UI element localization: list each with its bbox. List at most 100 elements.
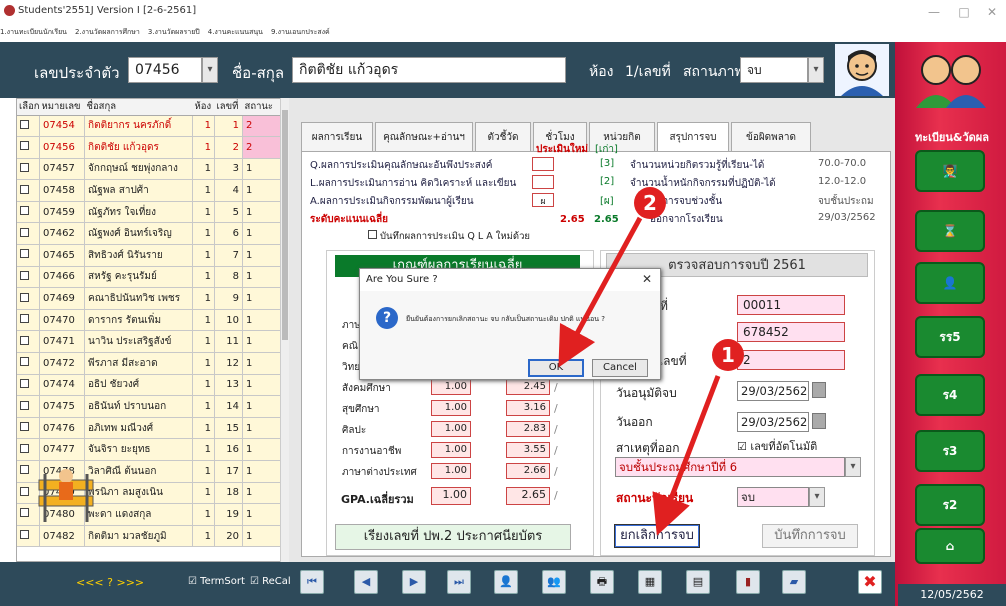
row-select-cell[interactable] — [17, 222, 41, 246]
tab-indicators[interactable]: ตัวชี้วัด — [475, 122, 531, 152]
row-checkbox[interactable] — [20, 270, 29, 280]
subject-credit-field[interactable]: 1.00 — [431, 421, 471, 437]
number-field[interactable]: 2 — [737, 350, 845, 370]
row-select-cell[interactable] — [17, 158, 41, 181]
book-icon[interactable]: ▮ — [736, 570, 760, 594]
row-select-cell[interactable] — [17, 115, 41, 138]
row-checkbox[interactable] — [20, 119, 29, 129]
table-row[interactable]: 07472 พีรภาส มีสะอาด 1 12 1 — [17, 352, 288, 375]
table-row[interactable]: 07466 สหรัฐ คะรุนรัมย์ 1 8 1 — [17, 266, 288, 289]
subject-credit-field[interactable]: 1.00 — [431, 442, 471, 458]
status-dropdown-button[interactable]: ▾ — [808, 57, 824, 83]
subject-credit-field[interactable]: 1.00 — [431, 400, 471, 416]
table-row[interactable]: 07457 จักกฤษณ์ ชยพุ่งกลาง 1 3 1 — [17, 158, 288, 181]
table-row[interactable]: 07474 อธิป ชัยวงศ์ 1 13 1 — [17, 374, 288, 397]
minimize-icon[interactable]: — — [920, 2, 948, 22]
table-row[interactable]: 07482 กิตติมา มวลชัยภูมิ 1 20 1 — [17, 525, 288, 548]
auto-number-checkbox[interactable]: ☑ เลขที่อัตโนมัติ — [737, 437, 817, 455]
sort-certificate-button[interactable]: เรียงเลขที่ ปพ.2 ประกาศนียบัตร — [335, 524, 571, 550]
sidebar-form5-button[interactable]: รร5 — [915, 316, 985, 358]
books-icon[interactable]: ▰ — [782, 570, 806, 594]
table-row[interactable]: 07470 ดารากร รัตนเพิ่ม 1 10 1 — [17, 309, 288, 332]
row-checkbox[interactable] — [20, 530, 29, 540]
table-row[interactable]: 07459 ณัฐภัทร ใจเที่ยง 1 5 1 — [17, 201, 288, 224]
row-checkbox[interactable] — [20, 357, 29, 367]
row-checkbox[interactable] — [20, 162, 29, 172]
sidebar-home-button[interactable]: ⌂ — [915, 528, 985, 564]
sidebar-form3-button[interactable]: ร3 — [915, 430, 985, 472]
last-record-icon[interactable]: ⏭ — [447, 570, 471, 594]
row-select-cell[interactable] — [17, 395, 41, 418]
row-select-cell[interactable] — [17, 179, 41, 202]
subject-credit-field[interactable]: 1.00 — [431, 463, 471, 479]
table-icon[interactable]: ▤ — [686, 570, 710, 594]
q-new-field[interactable] — [532, 157, 554, 171]
id-dropdown-button[interactable]: ▾ — [202, 57, 218, 83]
sidebar-form4-button[interactable]: ร4 — [915, 374, 985, 416]
dialog-cancel-button[interactable]: Cancel — [592, 359, 648, 377]
tab-grades[interactable]: ผลการเรียน — [301, 122, 373, 152]
out-date-field[interactable]: 29/03/2562 — [737, 412, 809, 432]
status-field[interactable]: จบ — [740, 57, 808, 83]
row-checkbox[interactable] — [20, 422, 29, 432]
subject-credit-field[interactable]: 1.00 — [431, 379, 471, 395]
row-select-cell[interactable] — [17, 201, 41, 224]
col-room[interactable]: ห้อง — [192, 99, 215, 116]
doc-no-field[interactable]: 00011 — [737, 295, 845, 315]
list-scrollbar[interactable] — [280, 98, 289, 562]
student-status-dropdown-button[interactable]: ▾ — [809, 487, 825, 507]
prev-record-icon[interactable]: ◀ — [354, 570, 378, 594]
termsort-checkbox[interactable]: ☑ TermSort — [188, 576, 245, 587]
tab-graduation-summary[interactable]: สรุปการจบ — [657, 122, 729, 152]
subject-grade-field[interactable]: 3.16 — [506, 400, 550, 416]
out-calendar-button[interactable] — [812, 413, 826, 429]
exit-icon[interactable]: ✖ — [858, 570, 882, 594]
col-id[interactable]: หมายเลข — [39, 99, 85, 116]
table-row[interactable]: 07456 กิตติชัย แก้วอุดร 1 2 2 — [17, 136, 288, 159]
l-new-field[interactable] — [532, 175, 554, 189]
row-select-cell[interactable] — [17, 525, 41, 548]
row-select-cell[interactable] — [17, 417, 41, 440]
next-record-icon[interactable]: ▶ — [402, 570, 426, 594]
col-select[interactable]: เลือก — [17, 99, 40, 116]
table-row[interactable]: 07476 อภิเทพ มณีวงศ์ 1 15 1 — [17, 417, 288, 440]
gpa-a-field[interactable]: 1.00 — [431, 487, 471, 505]
serial-field[interactable]: 678452 — [737, 322, 845, 342]
tab-errors[interactable]: ข้อผิดพลาด — [731, 122, 811, 152]
menu-item-misc[interactable]: 9.งานเอนกประสงค์ — [271, 28, 330, 36]
sidebar-student-button[interactable]: 👤 — [915, 262, 985, 304]
student-status-select[interactable]: จบ — [737, 487, 809, 507]
cancel-graduation-button[interactable]: ยกเลิกการจบ — [614, 524, 700, 548]
save-qla-box[interactable] — [368, 230, 377, 239]
subject-grade-field[interactable]: 2.45 — [506, 379, 550, 395]
table-row[interactable]: 07458 ณัฐพล สาปศ้า 1 4 1 — [17, 179, 288, 202]
row-select-cell[interactable] — [17, 352, 41, 375]
dialog-close-icon[interactable]: ✕ — [642, 272, 652, 286]
col-name[interactable]: ชื่อสกุล — [84, 99, 193, 116]
table-row[interactable]: 07469 คณาธิปนันทวิช เพชร 1 9 1 — [17, 287, 288, 310]
row-checkbox[interactable] — [20, 400, 29, 410]
row-checkbox[interactable] — [20, 184, 29, 194]
recal-checkbox[interactable]: ☑ ReCal — [250, 576, 294, 587]
menu-item-assessment[interactable]: 2.งานวัดผลการศึกษา — [75, 28, 140, 36]
row-checkbox[interactable] — [20, 378, 29, 388]
menu-item-scores[interactable]: 4.งานคะแนนสนุน — [208, 28, 263, 36]
maximize-icon[interactable]: □ — [950, 2, 978, 22]
dialog-ok-button[interactable]: OK — [528, 359, 584, 377]
row-select-cell[interactable] — [17, 244, 41, 267]
close-icon[interactable]: ✕ — [978, 2, 1006, 22]
first-record-icon[interactable]: ⏮ — [300, 570, 324, 594]
col-no[interactable]: เลขที่ — [214, 99, 243, 116]
save-graduation-button[interactable]: บันทึกการจบ — [762, 524, 858, 548]
print-icon[interactable]: 🖶 — [590, 570, 614, 594]
row-checkbox[interactable] — [20, 508, 29, 518]
save-qla-checkbox[interactable]: บันทึกผลการประเมิน Q L A ใหม่ด้วย — [368, 229, 530, 244]
row-select-cell[interactable] — [17, 266, 41, 289]
gpa-b-field[interactable]: 2.65 — [506, 487, 550, 505]
menu-item-yearly[interactable]: 3.งานวัดผลรายปี — [148, 28, 200, 36]
reason-select[interactable]: จบชั้นประถมศึกษาปีที่ 6 — [615, 457, 845, 477]
row-select-cell[interactable] — [17, 287, 41, 310]
approve-calendar-button[interactable] — [812, 382, 826, 398]
row-select-cell[interactable] — [17, 438, 41, 461]
row-select-cell[interactable] — [17, 330, 41, 354]
